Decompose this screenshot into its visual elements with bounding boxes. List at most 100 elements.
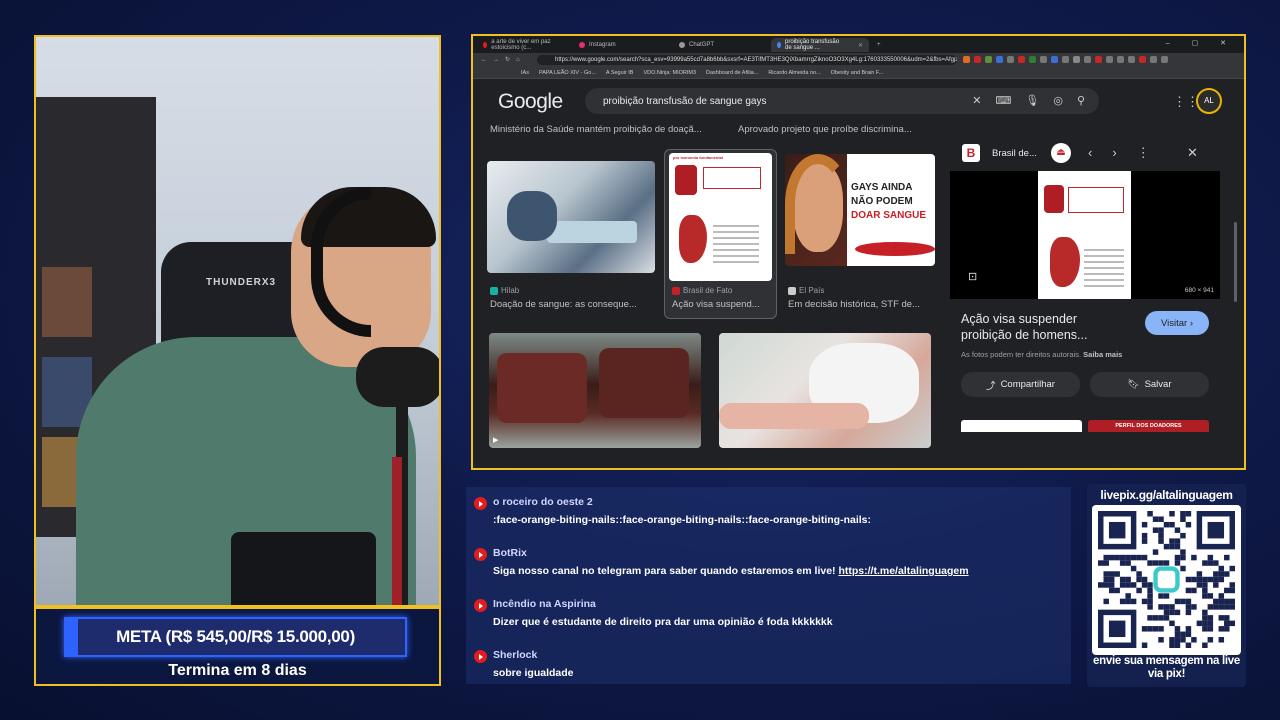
chat-author: BotRix	[493, 547, 527, 559]
bookmark-item[interactable]: VDO.Ninja: MIORIM3	[643, 70, 696, 76]
result-caption[interactable]: Ministério da Saúde mantém proibição de …	[490, 124, 702, 135]
clear-icon[interactable]: ✕	[972, 94, 981, 107]
qr-code-pattern	[1098, 511, 1235, 648]
share-icon: ⤴	[986, 380, 996, 392]
goal-progress-bar: META (R$ 545,00/R$ 15.000,00)	[64, 617, 407, 657]
result-image-hilab[interactable]	[487, 161, 655, 273]
chat-author: Incêndio na Aspirina	[493, 598, 596, 610]
microphone-icon[interactable]: 🎙	[1025, 94, 1039, 107]
result-source: Hilab	[490, 286, 519, 295]
youtube-icon	[483, 42, 488, 48]
tab-label: a arte de viver em paz estoicismo (c...	[491, 39, 551, 51]
result-source: El País	[788, 286, 824, 295]
result-image-arm[interactable]	[719, 333, 931, 448]
preview-title[interactable]: Ação visa suspender proibição de homens.…	[961, 311, 1131, 343]
pix-message: envie sua mensagem na live via pix!	[1093, 655, 1240, 680]
chair-brand-label: THUNDERX3	[206, 277, 277, 288]
result-caption[interactable]: Em decisão histórica, STF de...	[788, 299, 920, 310]
bookmark-item[interactable]: Dashboard de Afilia...	[706, 70, 758, 76]
goal-label: META (R$ 545,00/R$ 15.000,00)	[116, 627, 355, 646]
tab-instagram[interactable]: Instagram	[573, 38, 669, 52]
brasil-de-fato-logo: B	[962, 144, 980, 162]
bookmark-item[interactable]: A Seguir IB	[606, 70, 634, 76]
address-bar[interactable]: https://www.google.com/search?sca_esv=93…	[537, 55, 957, 65]
result-source: Brasil de Fato	[672, 286, 732, 295]
copyright-notice: As fotos podem ter direitos autorais. Sa…	[961, 350, 1123, 359]
result-caption[interactable]: Aprovado projeto que proíbe discrimina..…	[738, 124, 912, 135]
bookmark-item[interactable]: Ricardo Almeida no...	[768, 70, 820, 76]
result-image-brasil-de-fato[interactable]: por isonomia fundamental	[669, 153, 772, 281]
microphone	[356, 347, 439, 407]
address-row: ←→↻⌂ https://www.google.com/search?sca_e…	[473, 53, 1244, 67]
google-icon	[777, 42, 782, 48]
save-button[interactable]: 🔖︎ Salvar	[1090, 372, 1209, 397]
more-options-icon[interactable]: ⋮	[1137, 145, 1150, 161]
next-arrow-icon[interactable]: ›	[1112, 145, 1116, 161]
extension-icons[interactable]	[963, 56, 1168, 63]
chat-text: :face-orange-biting-nails::face-orange-b…	[493, 514, 872, 526]
tab-label: ChatGPT	[689, 42, 715, 48]
tab-chatgpt[interactable]: ChatGPT	[673, 38, 769, 52]
visit-button[interactable]: Visitar ›	[1145, 311, 1209, 335]
youtube-icon	[474, 548, 487, 561]
result-caption[interactable]: Doação de sangue: as conseque...	[490, 299, 637, 310]
chat-author: o roceiro do oeste 2	[493, 496, 593, 508]
tab-google-search[interactable]: proibição transfusão de sangue ... ✕	[771, 38, 869, 52]
chatgpt-icon	[679, 42, 685, 48]
tab-label: Instagram	[589, 42, 616, 48]
result-image-el-pais[interactable]: GAYS AINDA NÃO PODEM DOAR SANGUE	[785, 154, 935, 266]
search-query: proibição transfusão de sangue gays	[603, 95, 767, 107]
preview-image[interactable]: ⊡ 680 × 941	[950, 171, 1220, 299]
close-tab-icon[interactable]: ✕	[858, 42, 863, 49]
previous-arrow-icon[interactable]: ‹	[1088, 145, 1092, 161]
related-images[interactable]: PERFIL DOS DOADORES	[961, 420, 1209, 440]
google-header: Google proibição transfusão de sangue ga…	[473, 80, 1244, 122]
pix-qr-code	[1092, 505, 1241, 655]
share-button[interactable]: ⤴ Compartilhar	[961, 372, 1080, 397]
related-image-label: PERFIL DOS DOADORES	[1088, 420, 1209, 432]
search-icon[interactable]: ⚲	[1077, 94, 1085, 107]
nav-buttons[interactable]: ←→↻⌂	[481, 56, 526, 63]
preview-source[interactable]: Brasil de...	[992, 148, 1037, 159]
lens-search-icon[interactable]: ⊡	[968, 270, 977, 283]
image-text: NÃO PODEM	[851, 196, 913, 207]
bookmarks-bar: IAs PAPA LEÃO XIV - Go... A Seguir IB VD…	[473, 67, 1244, 79]
hilab-icon	[490, 286, 498, 295]
new-tab-button[interactable]: +	[871, 38, 887, 52]
goal-deadline: Termina em 8 dias	[168, 662, 307, 679]
google-logo[interactable]: Google	[498, 90, 563, 114]
image-dimensions: 680 × 941	[1184, 287, 1214, 294]
image-results: Ministério da Saúde mantém proibição de …	[473, 122, 938, 468]
learn-more-link[interactable]: Saiba mais	[1083, 350, 1122, 359]
mic-cable	[392, 457, 402, 605]
youtube-icon	[474, 650, 487, 663]
scrollbar[interactable]	[1234, 222, 1237, 302]
window-controls[interactable]: – ▢ ✕	[1166, 39, 1236, 47]
el-pais-icon	[788, 286, 796, 295]
close-icon[interactable]: ✕	[1187, 145, 1198, 161]
donation-goal: META (R$ 545,00/R$ 15.000,00) Termina em…	[34, 607, 441, 686]
image-text: DOAR SANGUE	[851, 210, 927, 221]
lens-icon[interactable]: ◎	[1053, 94, 1063, 107]
bookmark-item[interactable]: PAPA LEÃO XIV - Go...	[539, 70, 596, 76]
keyboard-icon[interactable]: ⌨	[995, 94, 1011, 107]
image-text: GAYS AINDA	[851, 182, 913, 193]
instagram-icon	[579, 42, 585, 48]
chat-panel: o roceiro do oeste 2 :face-orange-biting…	[466, 487, 1071, 684]
bookmark-item[interactable]: Obesity and Brain F...	[831, 70, 884, 76]
chat-text: sobre igualdade	[493, 667, 574, 679]
youtube-icon	[474, 599, 487, 612]
poster-header: por isonomia fundamental	[673, 155, 724, 160]
avatar[interactable]: AL	[1196, 88, 1222, 114]
bookmark-item[interactable]: IAs	[521, 70, 529, 76]
webcam-feed: THUNDERX3	[34, 35, 441, 607]
tab-youtube[interactable]: a arte de viver em paz estoicismo (c...	[477, 38, 569, 52]
telegram-link[interactable]: https://t.me/altalinguagem	[838, 565, 968, 577]
search-input[interactable]: proibição transfusão de sangue gays ✕ ⌨ …	[585, 88, 1099, 114]
image-preview-panel: B Brasil de... ⏏ ‹ › ⋮ ✕ ⊡ 680 × 941 Açã…	[950, 122, 1240, 468]
monitor-stand	[231, 532, 376, 605]
tab-bar: a arte de viver em paz estoicismo (c... …	[473, 36, 1244, 53]
result-image-blood-bags[interactable]: ▶	[489, 333, 701, 448]
result-caption[interactable]: Ação visa suspend...	[672, 299, 760, 310]
tab-label: proibição transfusão de sangue ...	[785, 39, 840, 51]
